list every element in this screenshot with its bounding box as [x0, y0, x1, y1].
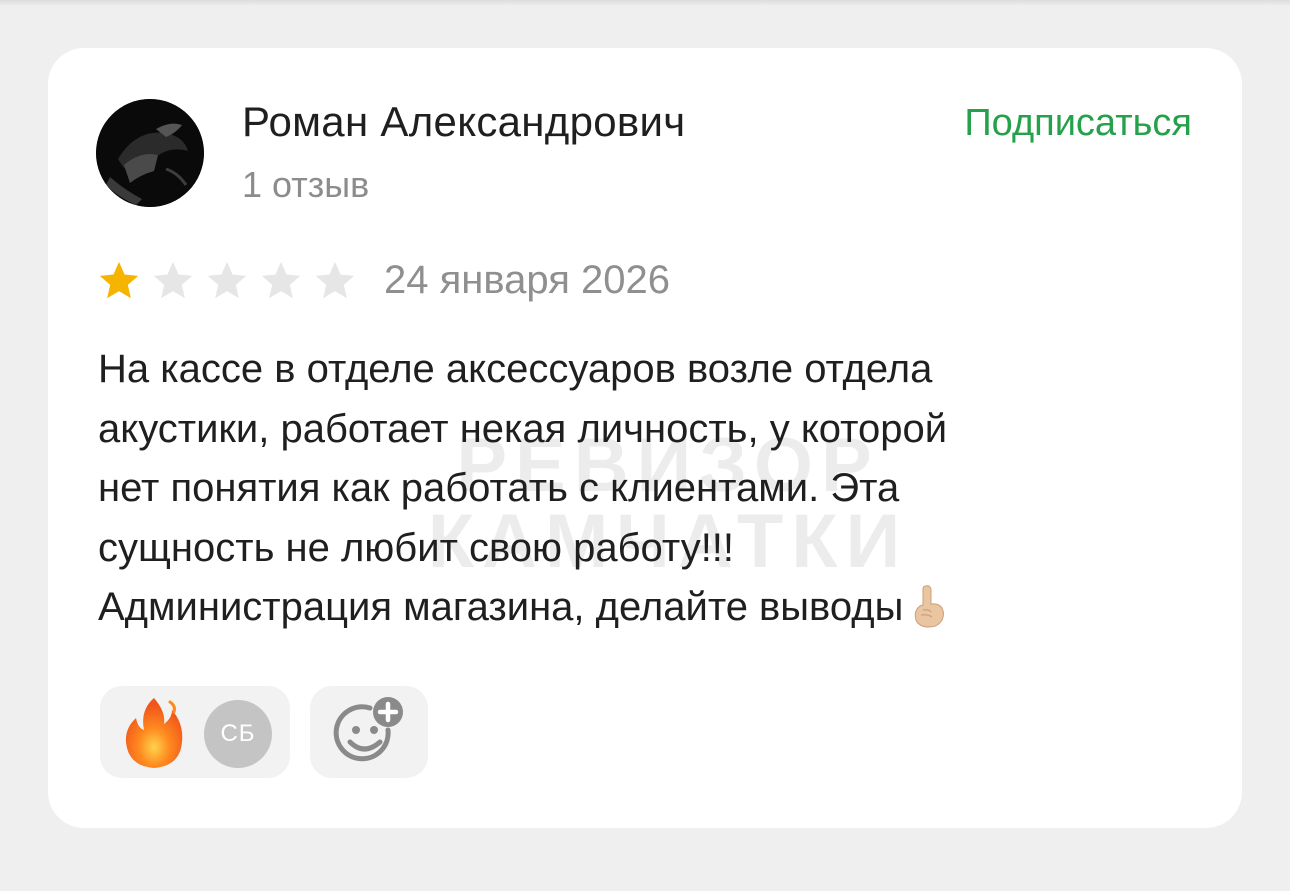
- review-text-line: нет понятия как работать с клиентами. Эт…: [98, 466, 900, 510]
- star-empty-icon: [207, 261, 247, 299]
- add-reaction-button[interactable]: [310, 686, 428, 778]
- review-text-line: На кассе в отделе аксессуаров возле отде…: [98, 347, 933, 391]
- reaction-pill[interactable]: СБ: [100, 686, 290, 778]
- fire-icon: [125, 698, 183, 768]
- review-text-line-last: Администрация магазина, делайте выводы: [98, 578, 1178, 638]
- top-divider: [0, 0, 1290, 6]
- star-rating: [96, 258, 366, 304]
- star-empty-icon: [315, 261, 355, 299]
- reaction-user-avatar: СБ: [204, 700, 272, 768]
- avatar-image: [96, 99, 204, 207]
- review-text-line: Администрация магазина, делайте выводы: [98, 585, 904, 629]
- author-name[interactable]: Роман Александрович: [242, 98, 685, 146]
- star-empty-icon: [261, 261, 301, 299]
- review-card: Роман Александрович 1 отзыв Подписаться …: [48, 48, 1242, 828]
- review-text-line: акустики, работает некая личность, у кот…: [98, 406, 948, 451]
- review-text: На кассе в отделе аксессуаров возле отде…: [98, 340, 1178, 638]
- star-filled-icon: [99, 261, 139, 299]
- author-review-count: 1 отзыв: [242, 164, 370, 205]
- avatar[interactable]: [96, 99, 204, 207]
- review-text-line: сущность не любит свою работу!!!: [98, 525, 735, 570]
- review-date: 24 января 2026: [384, 258, 670, 302]
- star-empty-icon: [153, 261, 193, 299]
- pointing-up-hand-icon: [915, 585, 945, 628]
- subscribe-button[interactable]: Подписаться: [964, 102, 1192, 145]
- add-reaction-icon: [333, 697, 403, 762]
